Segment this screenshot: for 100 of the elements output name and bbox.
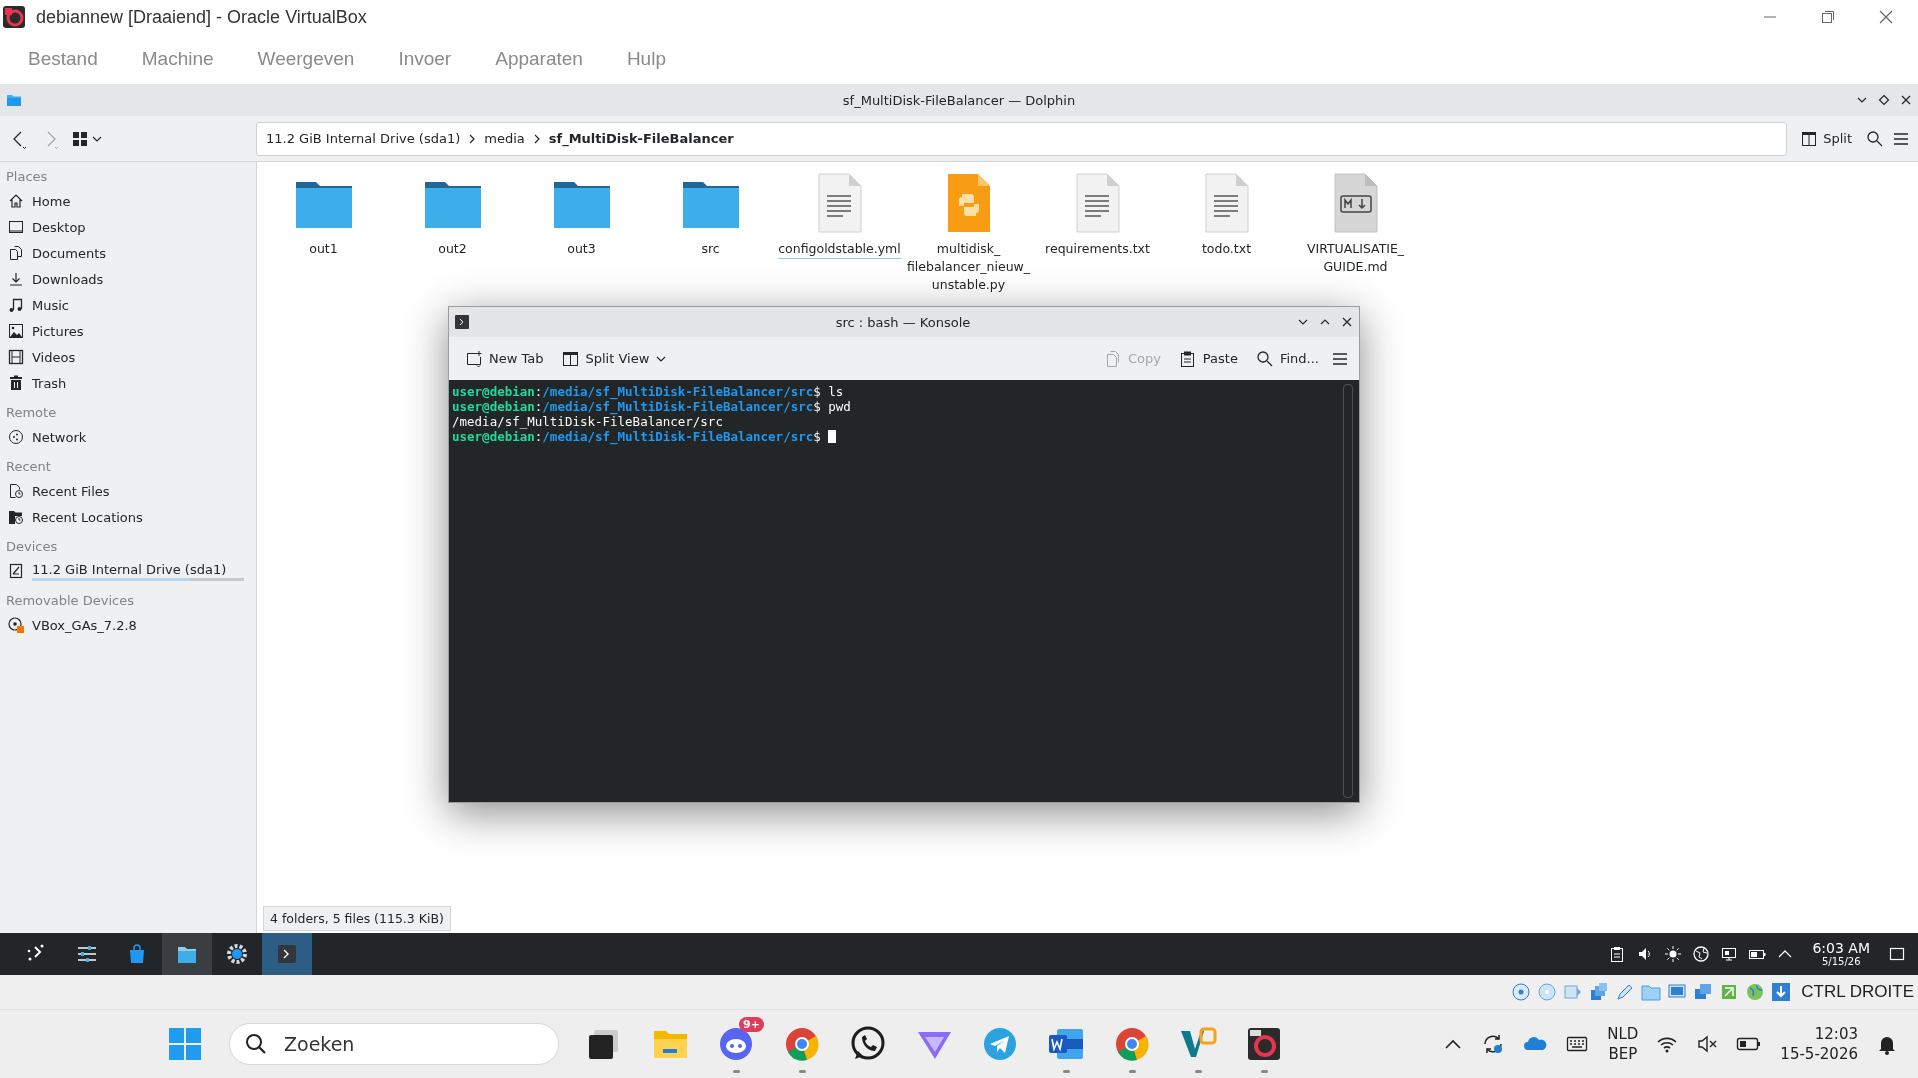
trash-icon xyxy=(8,375,24,391)
clock-time[interactable]: 6:03 AM xyxy=(1812,940,1870,956)
place-item[interactable]: Home xyxy=(32,193,71,209)
globe-icon[interactable] xyxy=(1692,945,1711,963)
toolbar-button[interactable]: Split View xyxy=(555,345,674,372)
place-item[interactable]: Network xyxy=(32,429,87,445)
toolbar-button[interactable]: New Tab xyxy=(459,345,550,372)
host-key-label: CTRL DROITE xyxy=(1801,982,1914,1002)
windows-logo-icon xyxy=(168,1027,202,1061)
place-item[interactable]: Trash xyxy=(32,375,67,391)
file-name[interactable]: configoldstable.yml xyxy=(777,240,902,259)
task-button[interactable] xyxy=(162,933,212,975)
menu-item[interactable]: Machine xyxy=(119,44,236,74)
screen-icon xyxy=(8,219,24,235)
toolbar-button[interactable]: Find... xyxy=(1249,345,1325,372)
section-heading: Remote xyxy=(5,404,58,422)
scrollbar[interactable] xyxy=(1343,384,1353,798)
breadcrumb-bar[interactable]: 11.2 GiB Internal Drive (sda1) media sf_MultiDisk-FileBalancer xyxy=(256,121,1788,156)
menu-item[interactable]: Weergeven xyxy=(235,44,377,74)
running-indicator xyxy=(1129,1070,1136,1073)
place-item[interactable]: 11.2 GiB Internal Drive (sda1) xyxy=(32,561,248,577)
running-indicator xyxy=(1261,1070,1268,1073)
window-title: sf_MultiDisk-FileBalancer — Dolphin xyxy=(841,92,1077,108)
terminal-line: /media/sf_MultiDisk-FileBalancer/src xyxy=(452,414,723,429)
file-name[interactable]: out3 xyxy=(519,240,644,258)
place-item[interactable]: Recent Files xyxy=(32,483,110,499)
restore-icon[interactable] xyxy=(1820,9,1836,25)
toolbar-button[interactable]: Paste xyxy=(1172,345,1244,372)
file-name[interactable]: todo.txt xyxy=(1164,240,1289,258)
folder-icon xyxy=(6,92,22,108)
search-icon xyxy=(245,1033,267,1055)
network-icon xyxy=(8,429,24,445)
terminal-line: user@debian:/media/sf_MultiDisk-FileBalancer/src$ ls xyxy=(452,384,845,399)
documents-icon xyxy=(8,245,24,261)
paper-plane-icon xyxy=(981,1025,1019,1063)
clock-date[interactable]: 5/15/26 xyxy=(1821,956,1861,968)
place-item[interactable]: Documents xyxy=(32,245,107,261)
search-icon[interactable] xyxy=(1866,129,1884,148)
recent-file-icon xyxy=(8,483,24,499)
search-field[interactable]: Zoeken xyxy=(229,1023,559,1065)
film-icon xyxy=(8,349,24,365)
diamond-icon[interactable] xyxy=(1878,94,1890,106)
breadcrumb-item[interactable]: 11.2 GiB Internal Drive (sda1) xyxy=(263,131,464,146)
section-heading: Places xyxy=(5,168,49,186)
window-title: src : bash — Konsole xyxy=(834,314,972,330)
running-indicator xyxy=(799,1070,806,1073)
place-item[interactable]: Desktop xyxy=(32,219,86,235)
cube-icon xyxy=(1245,1025,1283,1063)
terminal-icon xyxy=(455,315,469,329)
running-indicator xyxy=(1063,1070,1070,1073)
status-label: 4 folders, 5 files (115.3 KiB) xyxy=(263,906,451,931)
menu-item[interactable]: Invoer xyxy=(376,44,474,74)
place-item[interactable]: Pictures xyxy=(32,323,84,339)
split-button[interactable]: Split xyxy=(1795,126,1858,151)
running-indicator xyxy=(733,1070,740,1073)
clock-time[interactable]: 12:03 xyxy=(1814,1024,1858,1044)
language-label[interactable]: NLD xyxy=(1607,1024,1639,1044)
clock-date[interactable]: 15-5-2026 xyxy=(1780,1044,1858,1064)
file-name[interactable]: out2 xyxy=(390,240,515,258)
place-item[interactable]: Videos xyxy=(32,349,76,365)
disk-icon[interactable] xyxy=(1511,982,1532,1002)
gear-icon xyxy=(226,943,248,965)
window-title: debiannew [Draaiend] - Oracle VirtualBox xyxy=(36,6,368,28)
screens-icon[interactable] xyxy=(1693,982,1714,1002)
browser-icon xyxy=(783,1025,821,1063)
view-mode-icon[interactable] xyxy=(72,130,102,147)
file-name[interactable]: multidisk_ filebalancer_nieuw_ unstable.py xyxy=(906,240,1031,294)
image-icon xyxy=(8,323,24,339)
file-name[interactable]: VIRTUALISATIE_ GUIDE.md xyxy=(1293,240,1418,276)
clipboard-icon xyxy=(1178,349,1197,368)
file-name[interactable]: out1 xyxy=(261,240,386,258)
terminal-line: user@debian:/media/sf_MultiDisk-FileBalancer/src$ xyxy=(452,429,1343,444)
speaker-muted-icon[interactable] xyxy=(1696,1033,1719,1055)
place-item[interactable]: Music xyxy=(32,297,69,313)
display-icon[interactable] xyxy=(1720,945,1739,963)
close-icon[interactable] xyxy=(1878,9,1894,25)
place-item[interactable]: Recent Locations xyxy=(32,509,143,525)
show-desktop-icon[interactable] xyxy=(1888,945,1906,963)
brightness-icon[interactable] xyxy=(1664,945,1683,963)
recent-folder-icon xyxy=(8,509,24,525)
file-name[interactable]: requirements.txt xyxy=(1035,240,1160,258)
close-icon[interactable] xyxy=(1900,94,1912,106)
app-logo-icon xyxy=(2,5,26,29)
section-heading: Recent xyxy=(5,458,52,476)
browser-icon xyxy=(1113,1025,1151,1063)
place-item[interactable]: Downloads xyxy=(32,271,104,287)
breadcrumb-item[interactable]: sf_MultiDisk-FileBalancer xyxy=(545,131,737,146)
section-heading: Removable Devices xyxy=(5,592,135,610)
section-heading: Devices xyxy=(5,538,59,556)
sliders-icon xyxy=(76,943,98,965)
layout-label[interactable]: BEP xyxy=(1608,1044,1638,1064)
taskbar-app[interactable]: 9+ xyxy=(703,1013,769,1075)
breadcrumb-item[interactable]: media xyxy=(481,131,528,146)
file-name[interactable]: src xyxy=(648,240,773,258)
place-item[interactable]: VBox_GAs_7.2.8 xyxy=(32,617,137,633)
terminal-line: user@debian:/media/sf_MultiDisk-FileBalancer/src$ pwd xyxy=(452,399,852,414)
disc-icon xyxy=(8,617,24,633)
close-icon[interactable] xyxy=(1341,316,1353,328)
house-icon xyxy=(8,193,24,209)
download-icon xyxy=(8,271,24,287)
